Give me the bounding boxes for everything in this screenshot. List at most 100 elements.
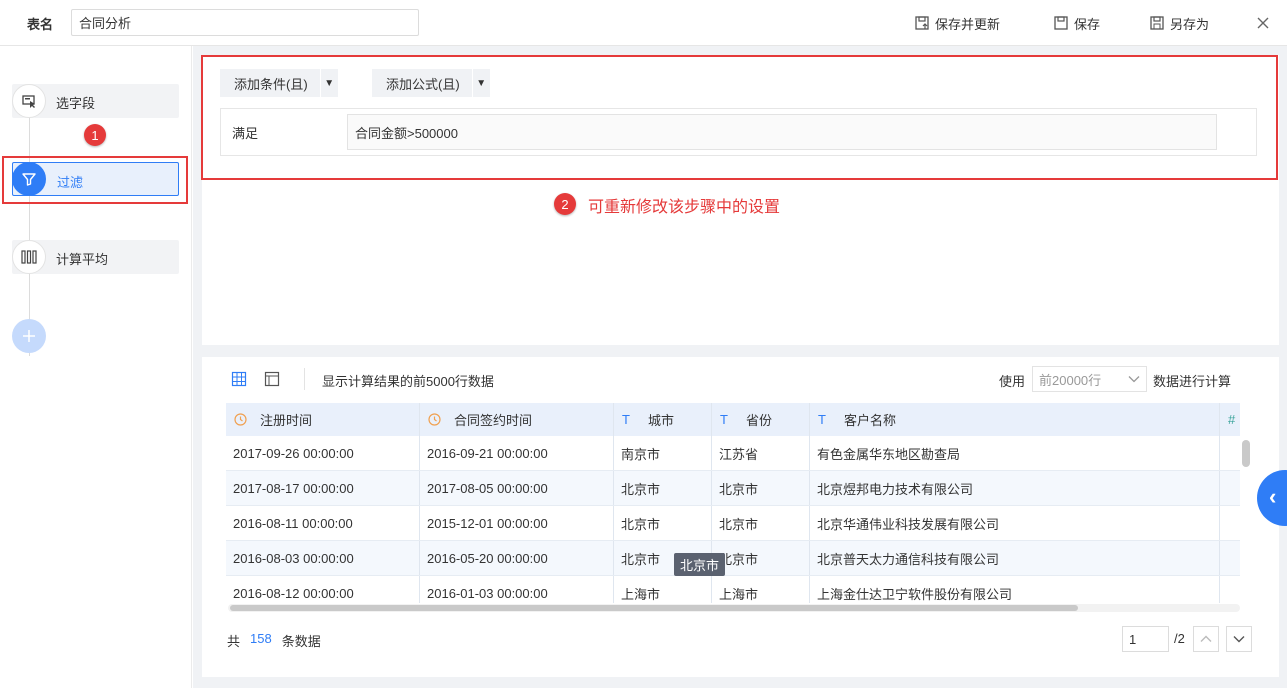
table-cell[interactable]: 上海市 — [614, 576, 712, 603]
table-cell[interactable]: 北京市 — [712, 471, 810, 505]
save-icon — [1054, 16, 1068, 30]
table-cell[interactable]: 2016-01-03 00:00:00 — [420, 576, 614, 603]
close-icon[interactable] — [1255, 15, 1271, 31]
calc-average-icon — [12, 240, 46, 274]
save-button[interactable]: 保存 — [1053, 13, 1100, 33]
table-cell[interactable] — [1220, 541, 1240, 575]
use-label: 使用 — [999, 374, 1026, 389]
column-header-label: 城市 — [648, 413, 675, 428]
table-cell[interactable]: 北京市 — [614, 506, 712, 540]
vertical-scrollbar[interactable] — [1242, 440, 1250, 600]
scrollbar-thumb[interactable] — [230, 605, 1078, 611]
save-label: 保存 — [1074, 16, 1101, 32]
table-cell[interactable]: 2016-08-12 00:00:00 — [226, 576, 420, 603]
column-header[interactable]: T 省份 — [712, 403, 810, 436]
table-row[interactable]: 2016-08-03 00:00:00 2016-05-20 00:00:00 北京… — [226, 541, 1240, 576]
text-type-icon: T — [818, 412, 826, 427]
save-as-icon — [1150, 16, 1164, 30]
preview-table: 注册时间 合同签约时间 T 城市 T 省份 T 客户名称 # 2017-09-2… — [226, 403, 1240, 603]
save-update-icon — [915, 16, 929, 30]
preview-info-text: 显示计算结果的前5000行数据 — [322, 374, 494, 389]
step-select-field-label: 选字段 — [56, 96, 96, 111]
grid-view-icon[interactable] — [231, 371, 247, 387]
plus-icon — [23, 330, 35, 342]
total-prefix: 共 — [227, 634, 241, 649]
annotation-hint-text: 可重新修改该步骤中的设置 — [588, 199, 781, 216]
save-and-update-button[interactable]: 保存并更新 — [914, 13, 1000, 33]
column-header-label: 合同签约时间 — [454, 413, 533, 428]
column-header-label: 注册时间 — [260, 413, 313, 428]
row-limit-select[interactable]: 前20000行 — [1032, 366, 1147, 392]
toolbar-divider — [304, 368, 305, 390]
header-bar: 表名 保存并更新 保存 另存为 — [0, 0, 1287, 46]
table-cell[interactable]: 2017-09-26 00:00:00 — [226, 436, 420, 470]
table-cell[interactable] — [1220, 436, 1240, 470]
annotation-badge-1: 1 — [84, 124, 106, 146]
use-suffix-label: 数据进行计算 — [1153, 374, 1232, 389]
chevron-down-icon — [1233, 636, 1245, 643]
table-cell[interactable]: 北京市 — [712, 506, 810, 540]
column-header[interactable]: # — [1220, 403, 1240, 436]
column-header-label: 客户名称 — [844, 413, 897, 428]
table-row[interactable]: 2016-08-11 00:00:00 2015-12-01 00:00:00 北京… — [226, 506, 1240, 541]
table-cell[interactable]: 2017-08-05 00:00:00 — [420, 471, 614, 505]
column-header-label: 省份 — [746, 413, 773, 428]
step-calc-average-label: 计算平均 — [56, 252, 109, 267]
clock-icon — [234, 413, 256, 426]
text-type-icon: T — [622, 412, 630, 427]
save-and-update-label: 保存并更新 — [935, 16, 1001, 32]
page-total: /2 — [1174, 631, 1185, 646]
table-row[interactable]: 2017-09-26 00:00:00 2016-09-21 00:00:00 南京… — [226, 436, 1240, 471]
step-select-field[interactable]: 选字段 — [12, 84, 179, 118]
cell-tooltip: 北京市 — [674, 553, 726, 576]
number-type-icon: # — [1228, 412, 1236, 427]
table-cell[interactable]: 北京普天太力通信科技有限公司 — [810, 541, 1220, 575]
table-cell[interactable]: 2015-12-01 00:00:00 — [420, 506, 614, 540]
table-cell[interactable]: 北京市 — [614, 471, 712, 505]
table-cell[interactable]: 江苏省 — [712, 436, 810, 470]
page-number-input[interactable] — [1122, 626, 1169, 652]
table-cell[interactable]: 上海金仕达卫宁软件股份有限公司 — [810, 576, 1220, 603]
add-step-button[interactable] — [12, 319, 46, 353]
table-cell[interactable]: 北京市 — [712, 541, 810, 575]
table-cell[interactable]: 2016-05-20 00:00:00 — [420, 541, 614, 575]
column-header[interactable]: 合同签约时间 — [420, 403, 614, 436]
next-page-button[interactable] — [1226, 626, 1252, 652]
scrollbar-thumb[interactable] — [1242, 440, 1250, 467]
column-header[interactable]: 注册时间 — [226, 403, 420, 436]
table-cell[interactable]: 2016-08-11 00:00:00 — [226, 506, 420, 540]
annotation-box-filter-settings — [201, 55, 1278, 180]
table-cell[interactable]: 2017-08-17 00:00:00 — [226, 471, 420, 505]
save-as-button[interactable]: 另存为 — [1149, 13, 1209, 33]
total-suffix: 条数据 — [281, 634, 321, 649]
table-cell[interactable]: 上海市 — [712, 576, 810, 603]
horizontal-scrollbar[interactable] — [228, 604, 1240, 612]
column-header[interactable]: T 城市 — [614, 403, 712, 436]
text-type-icon: T — [720, 412, 728, 427]
table-cell[interactable]: 南京市 — [614, 436, 712, 470]
table-name-label: 表名 — [27, 17, 54, 32]
chevron-down-icon — [1128, 376, 1140, 383]
table-cell[interactable]: 2016-08-03 00:00:00 — [226, 541, 420, 575]
total-count: 158 — [250, 631, 272, 646]
prev-page-button[interactable] — [1193, 626, 1219, 652]
save-as-label: 另存为 — [1170, 16, 1210, 32]
chevron-left-icon: ‹ — [1269, 484, 1277, 509]
table-cell[interactable] — [1220, 576, 1240, 603]
step-calc-average[interactable]: 计算平均 — [12, 240, 179, 274]
table-cell[interactable]: 有色金属华东地区勘查局 — [810, 436, 1220, 470]
annotation-box-filter-step — [2, 156, 188, 204]
annotation-badge-2: 2 — [554, 193, 576, 215]
clock-icon — [428, 413, 450, 426]
table-cell[interactable]: 北京煜邦电力技术有限公司 — [810, 471, 1220, 505]
table-row[interactable]: 2017-08-17 00:00:00 2017-08-05 00:00:00 北京… — [226, 471, 1240, 506]
table-cell[interactable]: 2016-09-21 00:00:00 — [420, 436, 614, 470]
table-name-input[interactable] — [71, 9, 419, 36]
column-header[interactable]: T 客户名称 — [810, 403, 1220, 436]
layout-view-icon[interactable] — [264, 371, 280, 387]
table-cell[interactable] — [1220, 471, 1240, 505]
table-row[interactable]: 2016-08-12 00:00:00 2016-01-03 00:00:00 上海… — [226, 576, 1240, 603]
chevron-up-icon — [1200, 635, 1212, 642]
table-cell[interactable]: 北京华通伟业科技发展有限公司 — [810, 506, 1220, 540]
table-cell[interactable] — [1220, 506, 1240, 540]
